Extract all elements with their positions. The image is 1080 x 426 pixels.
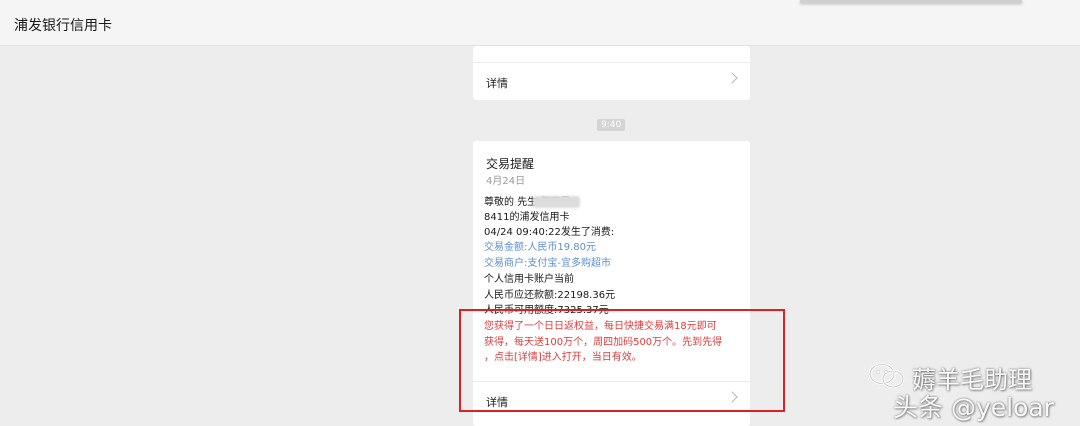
merchant-line: 交易商户:支付宝-宜多购超市 xyxy=(484,258,611,269)
chat-window: 浦发银行信用卡 详情 9:40 交易提醒 4月24日 尊敬的 先生,您尾号: 8… xyxy=(0,0,1080,426)
chat-header: 浦发银行信用卡 xyxy=(0,0,1080,46)
previous-message-card: 详情 xyxy=(473,46,750,100)
transaction-amount-line: 交易金额:人民币19.80元 xyxy=(484,242,596,253)
watermark-toutiao: 头条 @yeloar xyxy=(893,393,1054,422)
repayment-line: 人民币应还款额:22198.36元 xyxy=(484,290,616,301)
message-line: 个人信用卡账户当前 xyxy=(484,274,574,285)
chat-title: 浦发银行信用卡 xyxy=(14,18,112,34)
message-title: 交易提醒 xyxy=(486,157,535,171)
wechat-logo-icon xyxy=(868,363,905,389)
message-timestamp: 9:40 xyxy=(597,119,626,131)
detail-label: 详情 xyxy=(486,77,508,90)
chevron-right-icon xyxy=(726,72,738,84)
highlight-box xyxy=(459,309,785,412)
previous-detail-row[interactable]: 详情 xyxy=(473,62,750,100)
message-line: 8411的浦发信用卡 xyxy=(484,212,570,223)
message-line: 04/24 09:40:22发生了消费: xyxy=(484,227,615,238)
message-date: 4月24日 xyxy=(486,176,526,187)
popup-edge xyxy=(800,0,1022,3)
redacted-name xyxy=(533,196,580,208)
